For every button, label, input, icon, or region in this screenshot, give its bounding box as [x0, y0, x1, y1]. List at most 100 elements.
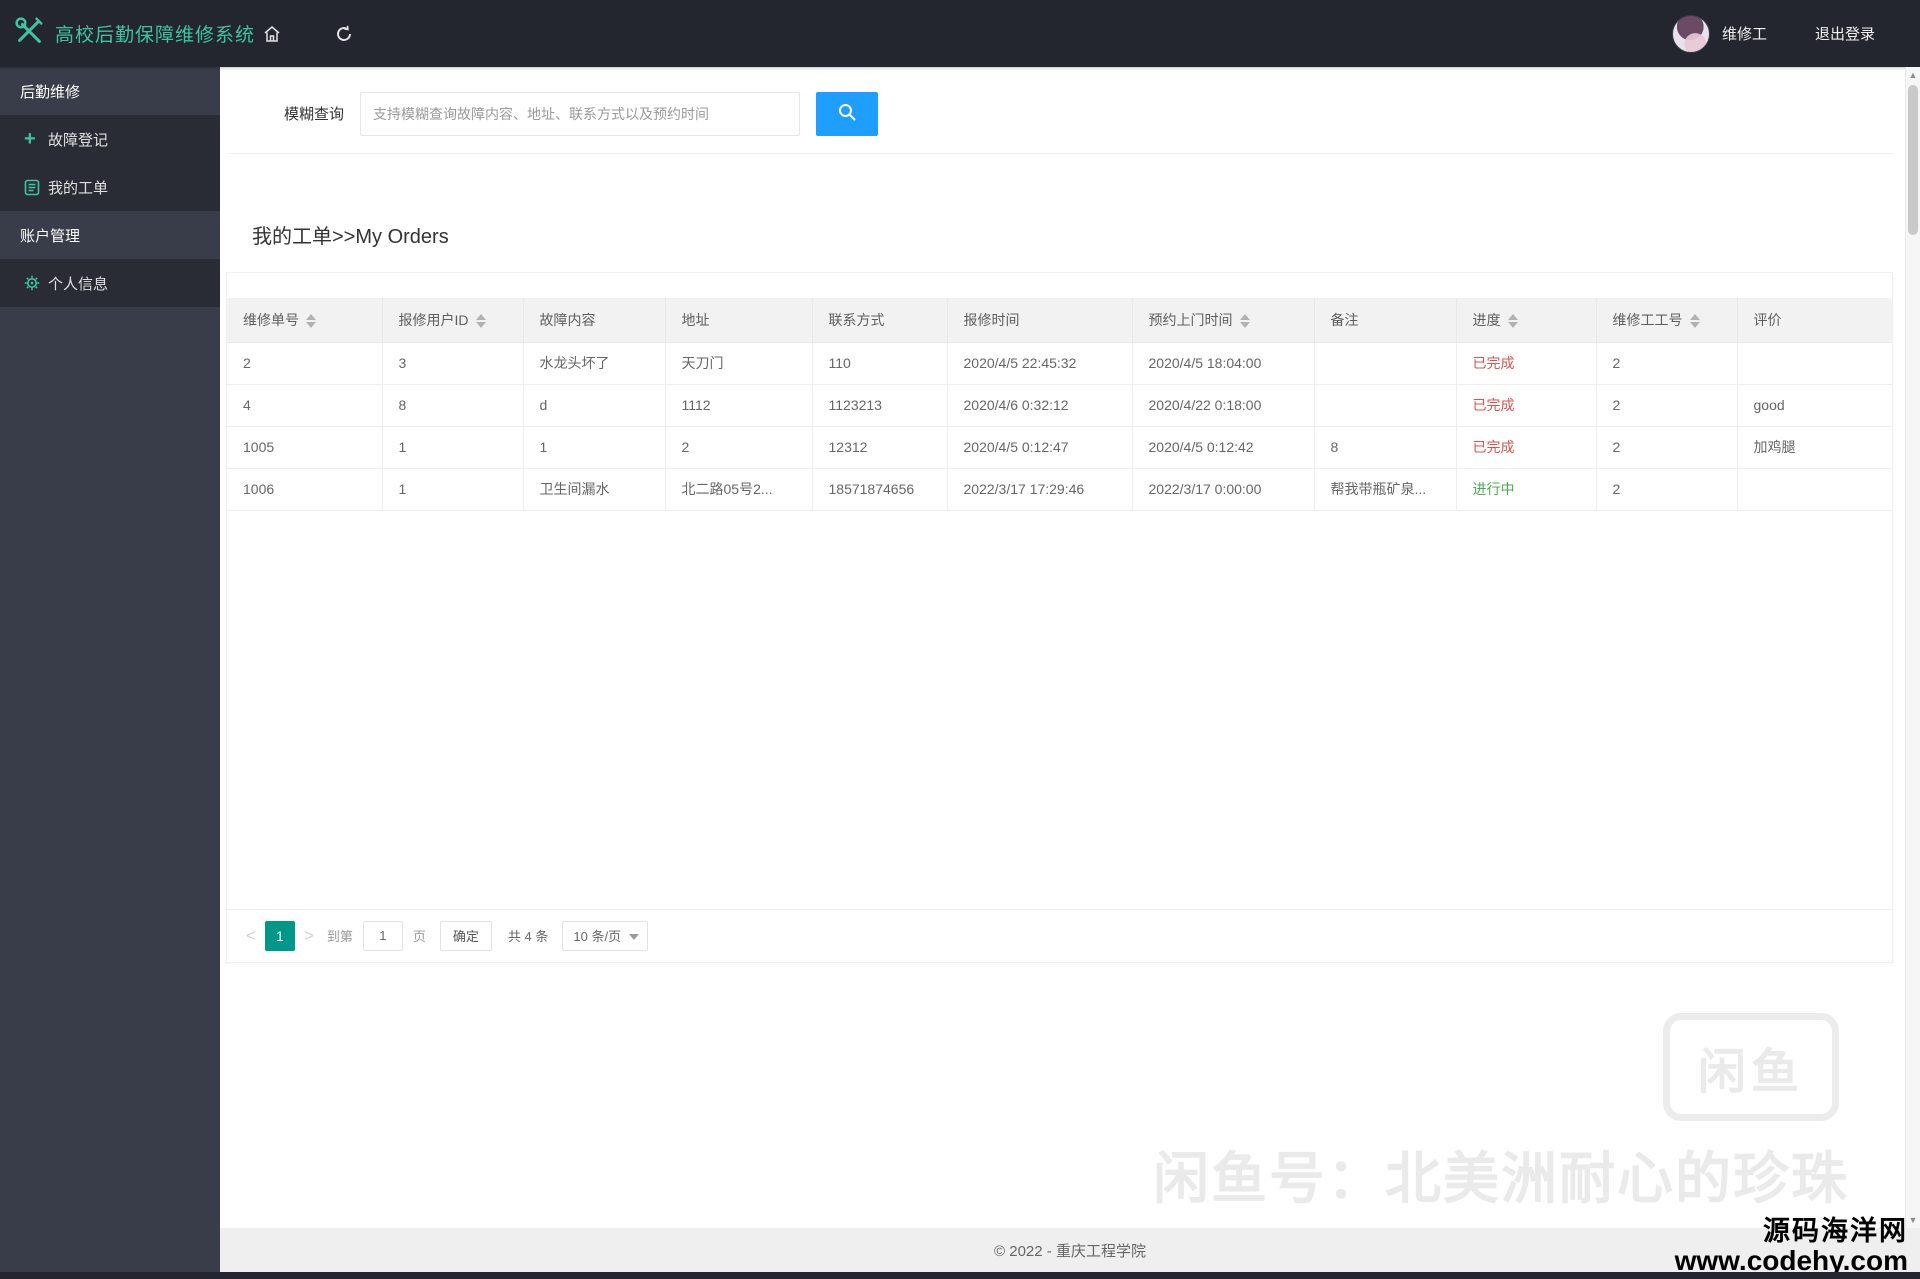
table-cell: 加鸡腿 [1736, 425, 1892, 469]
table-cell [1313, 383, 1457, 427]
sort-icon[interactable] [1239, 314, 1250, 329]
footer: © 2022 - 重庆工程学院 [220, 1228, 1920, 1272]
goto-confirm-button[interactable]: 确定 [439, 920, 492, 951]
table-cell: d [522, 383, 666, 427]
sidebar-group-maintenance[interactable]: 后勤维修 [0, 67, 220, 115]
table-header-cell: 地址 [664, 298, 813, 343]
table-cell: 2020/4/5 18:04:00 [1131, 341, 1315, 385]
page-unit-label: 页 [412, 929, 426, 944]
sort-icon[interactable] [475, 314, 486, 329]
table-cell: 2 [664, 425, 813, 469]
table-cell: 2 [1595, 383, 1738, 427]
sort-icon[interactable] [1507, 314, 1518, 329]
table-cell: 4 [227, 383, 383, 427]
table-cell: 8 [381, 383, 524, 427]
orders-table: 维修单号 报修用户ID 故障内容 地址 联系方式 报修时间 预约上门时间 备注 进度 维修工工号评… [227, 298, 1892, 511]
table-header-cell: 评价 [1736, 298, 1892, 343]
site-watermark-name: 源码海洋网 [1763, 1216, 1908, 1247]
table-cell: 2020/4/5 0:12:47 [946, 425, 1133, 469]
table-cell [1736, 341, 1892, 385]
user-avatar[interactable] [1671, 14, 1710, 53]
table-header-cell[interactable]: 报修用户ID [381, 298, 524, 343]
table-cell [1736, 467, 1892, 511]
table-cell: 2 [227, 341, 383, 385]
table-header-cell[interactable]: 维修工工号 [1595, 298, 1738, 343]
scroll-up-icon[interactable]: ▲ [1906, 70, 1920, 80]
table-cell: 已完成 [1455, 425, 1597, 469]
table-row: 1006 1 卫生间漏水 北二路05号2... 18571874656 2022/3/17… [227, 467, 1892, 511]
table-cell: 2020/4/6 0:32:12 [946, 383, 1133, 427]
search-button[interactable] [816, 91, 879, 136]
table-cell: 18571874656 [811, 467, 948, 511]
sidebar-item-my-orders[interactable]: 我的工单 [0, 163, 220, 211]
top-navbar: 高校后勤保障维修系统 维修工 退出登录 [0, 0, 1920, 67]
sidebar: 后勤维修 + 故障登记 我的工单 账户管理 个人信息 [0, 67, 220, 1279]
table-cell: 1 [381, 425, 524, 469]
table-cell: 2022/3/17 17:29:46 [946, 467, 1133, 511]
bottom-strip [0, 1272, 1920, 1279]
vertical-scrollbar[interactable]: ▲ ▼ [1905, 67, 1920, 1228]
scroll-down-icon[interactable]: ▼ [1906, 1215, 1920, 1225]
table-header-cell: 故障内容 [522, 298, 666, 343]
copyright-text: © 2022 - 重庆工程学院 [994, 1242, 1146, 1260]
table-cell: good [1736, 383, 1892, 427]
xianyu-logo-watermark: 闲鱼 [1663, 1013, 1839, 1121]
orders-table-area: 维修单号 报修用户ID 故障内容 地址 联系方式 报修时间 预约上门时间 备注 进度 维修工工号评… [227, 273, 1892, 910]
table-row: 4 8 d 1112 1123213 2020/4/6 0:32:12 2020/4/22 … [227, 383, 1892, 427]
home-icon[interactable] [262, 0, 282, 67]
sidebar-item-fault-register[interactable]: + 故障登记 [0, 115, 220, 163]
scrollbar-thumb[interactable] [1908, 85, 1918, 235]
table-cell: 1123213 [811, 383, 948, 427]
table-cell: 1 [522, 425, 666, 469]
total-count: 共 4 条 [507, 929, 549, 944]
table-cell: 帮我带瓶矿泉... [1313, 467, 1457, 511]
table-cell: 水龙头坏了 [522, 341, 666, 385]
table-header-cell[interactable]: 维修单号 [227, 298, 383, 343]
xianyu-text-watermark: 闲鱼号：北美洲耐心的珍珠 [1153, 1147, 1849, 1210]
sidebar-group-account[interactable]: 账户管理 [0, 211, 220, 259]
table-cell: 进行中 [1455, 467, 1597, 511]
plus-icon: + [24, 128, 36, 150]
table-cell: 1005 [227, 425, 383, 469]
orders-card: 维修单号 报修用户ID 故障内容 地址 联系方式 报修时间 预约上门时间 备注 进度 维修工工号评… [226, 272, 1893, 963]
document-icon [24, 179, 48, 196]
page-size-select[interactable]: 10 条/页 [562, 920, 649, 951]
table-cell: 8 [1313, 425, 1457, 469]
search-panel: 模糊查询 [228, 74, 1894, 154]
refresh-icon[interactable] [334, 0, 354, 67]
sidebar-item-profile[interactable]: 个人信息 [0, 259, 220, 307]
table-cell: 2 [1595, 425, 1738, 469]
table-header-cell[interactable]: 进度 [1455, 298, 1597, 343]
goto-page-input[interactable] [362, 920, 403, 951]
prev-page-icon[interactable]: < [237, 926, 265, 946]
table-cell: 2020/4/22 0:18:00 [1131, 383, 1315, 427]
table-cell: 110 [811, 341, 948, 385]
site-watermark: 源码海洋网 www.codehy.com [1675, 1217, 1908, 1275]
app-title: 高校后勤保障维修系统 [55, 25, 256, 46]
table-cell: 已完成 [1455, 383, 1597, 427]
chevron-down-icon [629, 933, 640, 940]
table-cell: 1006 [227, 467, 383, 511]
table-header-cell: 联系方式 [811, 298, 948, 343]
sort-icon[interactable] [306, 314, 316, 329]
table-cell: 2 [1595, 341, 1738, 385]
table-cell: 已完成 [1455, 341, 1597, 385]
table-cell: 2020/4/5 22:45:32 [946, 341, 1133, 385]
gear-icon [24, 275, 48, 291]
table-cell: 3 [381, 341, 524, 385]
next-page-icon[interactable]: > [295, 926, 323, 946]
pagination: < 1 > 到第 页 确定 共 4 条 10 条/页 [227, 909, 1892, 962]
goto-label: 到第 [326, 929, 353, 944]
current-page-button[interactable]: 1 [264, 920, 295, 951]
search-label: 模糊查询 [284, 106, 345, 123]
user-name[interactable]: 维修工 [1722, 23, 1767, 44]
search-input[interactable] [360, 91, 801, 136]
logout-link[interactable]: 退出登录 [1815, 23, 1875, 44]
table-cell: 12312 [811, 425, 948, 469]
table-header-cell[interactable]: 预约上门时间 [1131, 298, 1315, 343]
table-header-cell: 报修时间 [946, 298, 1133, 343]
table-header-cell: 备注 [1313, 298, 1457, 343]
table-cell: 北二路05号2... [664, 467, 813, 511]
app-logo: 高校后勤保障维修系统 [12, 0, 255, 67]
sort-icon[interactable] [1689, 314, 1700, 329]
